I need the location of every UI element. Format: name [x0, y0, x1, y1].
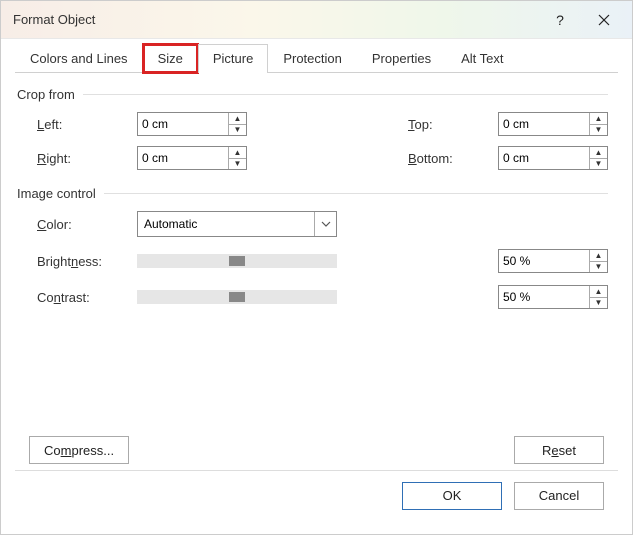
dialog-title: Format Object — [13, 12, 95, 27]
tab-colors-and-lines[interactable]: Colors and Lines — [15, 44, 143, 73]
format-object-dialog: Format Object ? Colors and Lines Size Pi… — [0, 0, 633, 535]
crop-top-input[interactable] — [499, 113, 589, 135]
contrast-thumb[interactable] — [229, 292, 245, 302]
brightness-label: Brightness: — [37, 254, 137, 269]
image-control-grid: Color: Automatic Brightness: — [25, 211, 608, 309]
crop-top-label: Top: — [408, 117, 498, 132]
crop-right-label: Right: — [37, 151, 137, 166]
crop-left-up[interactable]: ▲ — [229, 113, 246, 124]
image-control-label: Image control — [17, 186, 96, 201]
dialog-footer: OK Cancel — [15, 470, 618, 520]
crop-from-heading: Crop from — [17, 87, 608, 102]
brightness-down[interactable]: ▼ — [590, 261, 607, 273]
crop-grid: Left: ▲ ▼ Top: ▲ ▼ Right — [25, 112, 608, 170]
crop-from-label: Crop from — [17, 87, 75, 102]
brightness-field[interactable]: ▲ ▼ — [498, 249, 608, 273]
tab-protection[interactable]: Protection — [268, 44, 357, 73]
brightness-thumb[interactable] — [229, 256, 245, 266]
separator — [104, 193, 608, 194]
color-label: Color: — [37, 217, 137, 232]
crop-bottom-field[interactable]: ▲ ▼ — [498, 146, 608, 170]
crop-left-input[interactable] — [138, 113, 228, 135]
chevron-down-icon — [321, 221, 331, 227]
color-dropdown-button[interactable] — [314, 212, 336, 236]
window-controls: ? — [538, 5, 626, 35]
brightness-input[interactable] — [499, 250, 589, 272]
color-dropdown[interactable]: Automatic — [137, 211, 337, 237]
tab-strip: Colors and Lines Size Picture Protection… — [15, 43, 618, 73]
panel-bottom-row: Compress... Reset — [25, 436, 608, 464]
crop-bottom-input[interactable] — [499, 147, 589, 169]
contrast-field[interactable]: ▲ ▼ — [498, 285, 608, 309]
crop-right-input[interactable] — [138, 147, 228, 169]
compress-button[interactable]: Compress... — [29, 436, 129, 464]
contrast-label: Contrast: — [37, 290, 137, 305]
separator — [83, 94, 608, 95]
cancel-button[interactable]: Cancel — [514, 482, 604, 510]
crop-top-field[interactable]: ▲ ▼ — [498, 112, 608, 136]
crop-right-down[interactable]: ▼ — [229, 158, 246, 170]
crop-top-up[interactable]: ▲ — [590, 113, 607, 124]
reset-button[interactable]: Reset — [514, 436, 604, 464]
contrast-input[interactable] — [499, 286, 589, 308]
tab-alt-text[interactable]: Alt Text — [446, 44, 518, 73]
contrast-down[interactable]: ▼ — [590, 297, 607, 309]
crop-bottom-down[interactable]: ▼ — [590, 158, 607, 170]
crop-bottom-label: Bottom: — [408, 151, 498, 166]
color-value: Automatic — [144, 217, 197, 231]
image-control-heading: Image control — [17, 186, 608, 201]
tab-size[interactable]: Size — [143, 44, 198, 73]
contrast-up[interactable]: ▲ — [590, 286, 607, 297]
brightness-up[interactable]: ▲ — [590, 250, 607, 261]
crop-right-field[interactable]: ▲ ▼ — [137, 146, 247, 170]
brightness-slider[interactable] — [137, 254, 337, 268]
tab-properties[interactable]: Properties — [357, 44, 446, 73]
title-bar: Format Object ? — [1, 1, 632, 39]
crop-bottom-up[interactable]: ▲ — [590, 147, 607, 158]
crop-right-up[interactable]: ▲ — [229, 147, 246, 158]
crop-left-down[interactable]: ▼ — [229, 124, 246, 136]
ok-button[interactable]: OK — [402, 482, 502, 510]
crop-left-field[interactable]: ▲ ▼ — [137, 112, 247, 136]
dialog-body: Colors and Lines Size Picture Protection… — [1, 39, 632, 534]
picture-panel: Crop from Left: ▲ ▼ Top: ▲ — [15, 73, 618, 470]
close-icon — [598, 14, 610, 26]
crop-left-label: Left: — [37, 117, 137, 132]
close-button[interactable] — [582, 5, 626, 35]
crop-top-down[interactable]: ▼ — [590, 124, 607, 136]
tab-picture[interactable]: Picture — [198, 44, 268, 73]
help-button[interactable]: ? — [538, 5, 582, 35]
contrast-slider[interactable] — [137, 290, 337, 304]
